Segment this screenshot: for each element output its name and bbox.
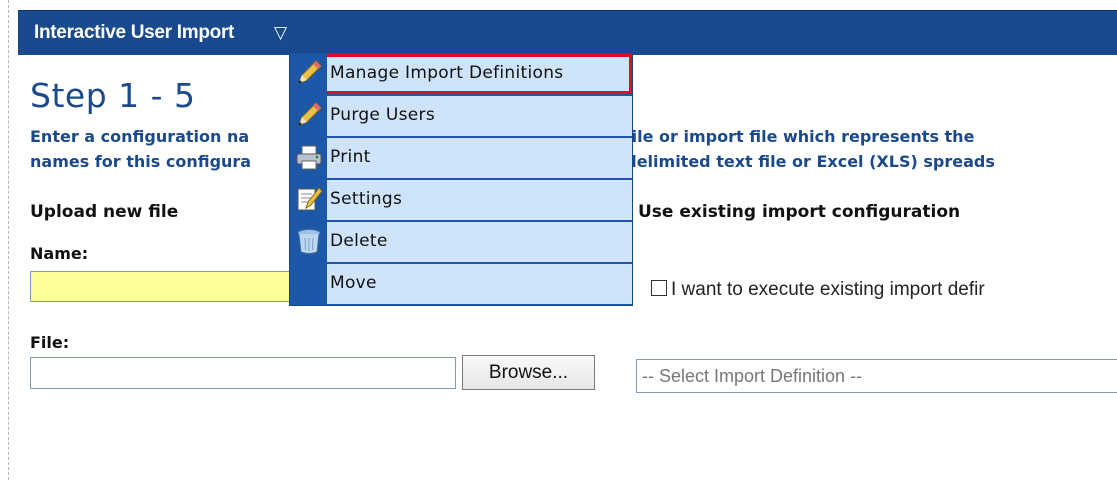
use-existing-config-heading: Use existing import configuration: [638, 202, 961, 222]
description-line-1-right: ort file or import file which represents…: [593, 127, 975, 146]
description-line-2-right: AB delimited text file or Excel (XLS) sp…: [595, 152, 995, 171]
header-dropdown-caret-icon[interactable]: ▽: [274, 23, 287, 43]
pencil-icon: [298, 102, 322, 126]
menu-item-label: Print: [330, 147, 371, 167]
step-title: Step 1 - 5: [30, 76, 196, 115]
menu-item-print[interactable]: Print: [290, 138, 632, 178]
trash-can-icon: [297, 229, 321, 254]
page-header-title: Interactive User Import: [34, 22, 235, 43]
page-header: Interactive User Import ▽: [18, 10, 1117, 55]
menu-item-purge-users[interactable]: Purge Users: [290, 96, 632, 136]
menu-item-move[interactable]: Move: [290, 264, 632, 304]
menu-item-delete[interactable]: Delete: [290, 222, 632, 262]
file-label: File:: [30, 333, 70, 352]
menu-item-label: Manage Import Definitions: [330, 63, 564, 83]
notepad-pencil-icon: [297, 187, 323, 211]
name-input[interactable]: [30, 271, 292, 302]
description-line-2-left: names for this configura: [30, 152, 252, 171]
menu-item-label: Move: [330, 273, 377, 293]
description-line-1-left: Enter a configuration na: [30, 127, 250, 146]
import-definition-select[interactable]: -- Select Import Definition --: [636, 359, 1117, 393]
header-dropdown-menu: Manage Import Definitions Purge Users Pr…: [289, 52, 633, 306]
name-label: Name:: [30, 244, 89, 263]
execute-existing-checkbox[interactable]: [651, 280, 667, 296]
execute-existing-checkbox-row: I want to execute existing import defir: [651, 279, 985, 301]
menu-item-label: Delete: [330, 231, 388, 251]
printer-icon: [296, 145, 322, 170]
file-path-input[interactable]: [30, 357, 456, 389]
menu-item-settings[interactable]: Settings: [290, 180, 632, 220]
menu-icon-strip: [290, 264, 327, 304]
menu-item-label: Purge Users: [330, 105, 435, 125]
pencil-icon: [298, 60, 322, 84]
browse-button[interactable]: Browse...: [462, 355, 595, 390]
page-left-border: [8, 0, 9, 480]
menu-item-manage-import-definitions[interactable]: Manage Import Definitions: [290, 54, 632, 94]
execute-existing-checkbox-label[interactable]: I want to execute existing import defir: [671, 279, 985, 300]
upload-new-file-heading: Upload new file: [30, 202, 179, 222]
menu-item-label: Settings: [330, 189, 403, 209]
